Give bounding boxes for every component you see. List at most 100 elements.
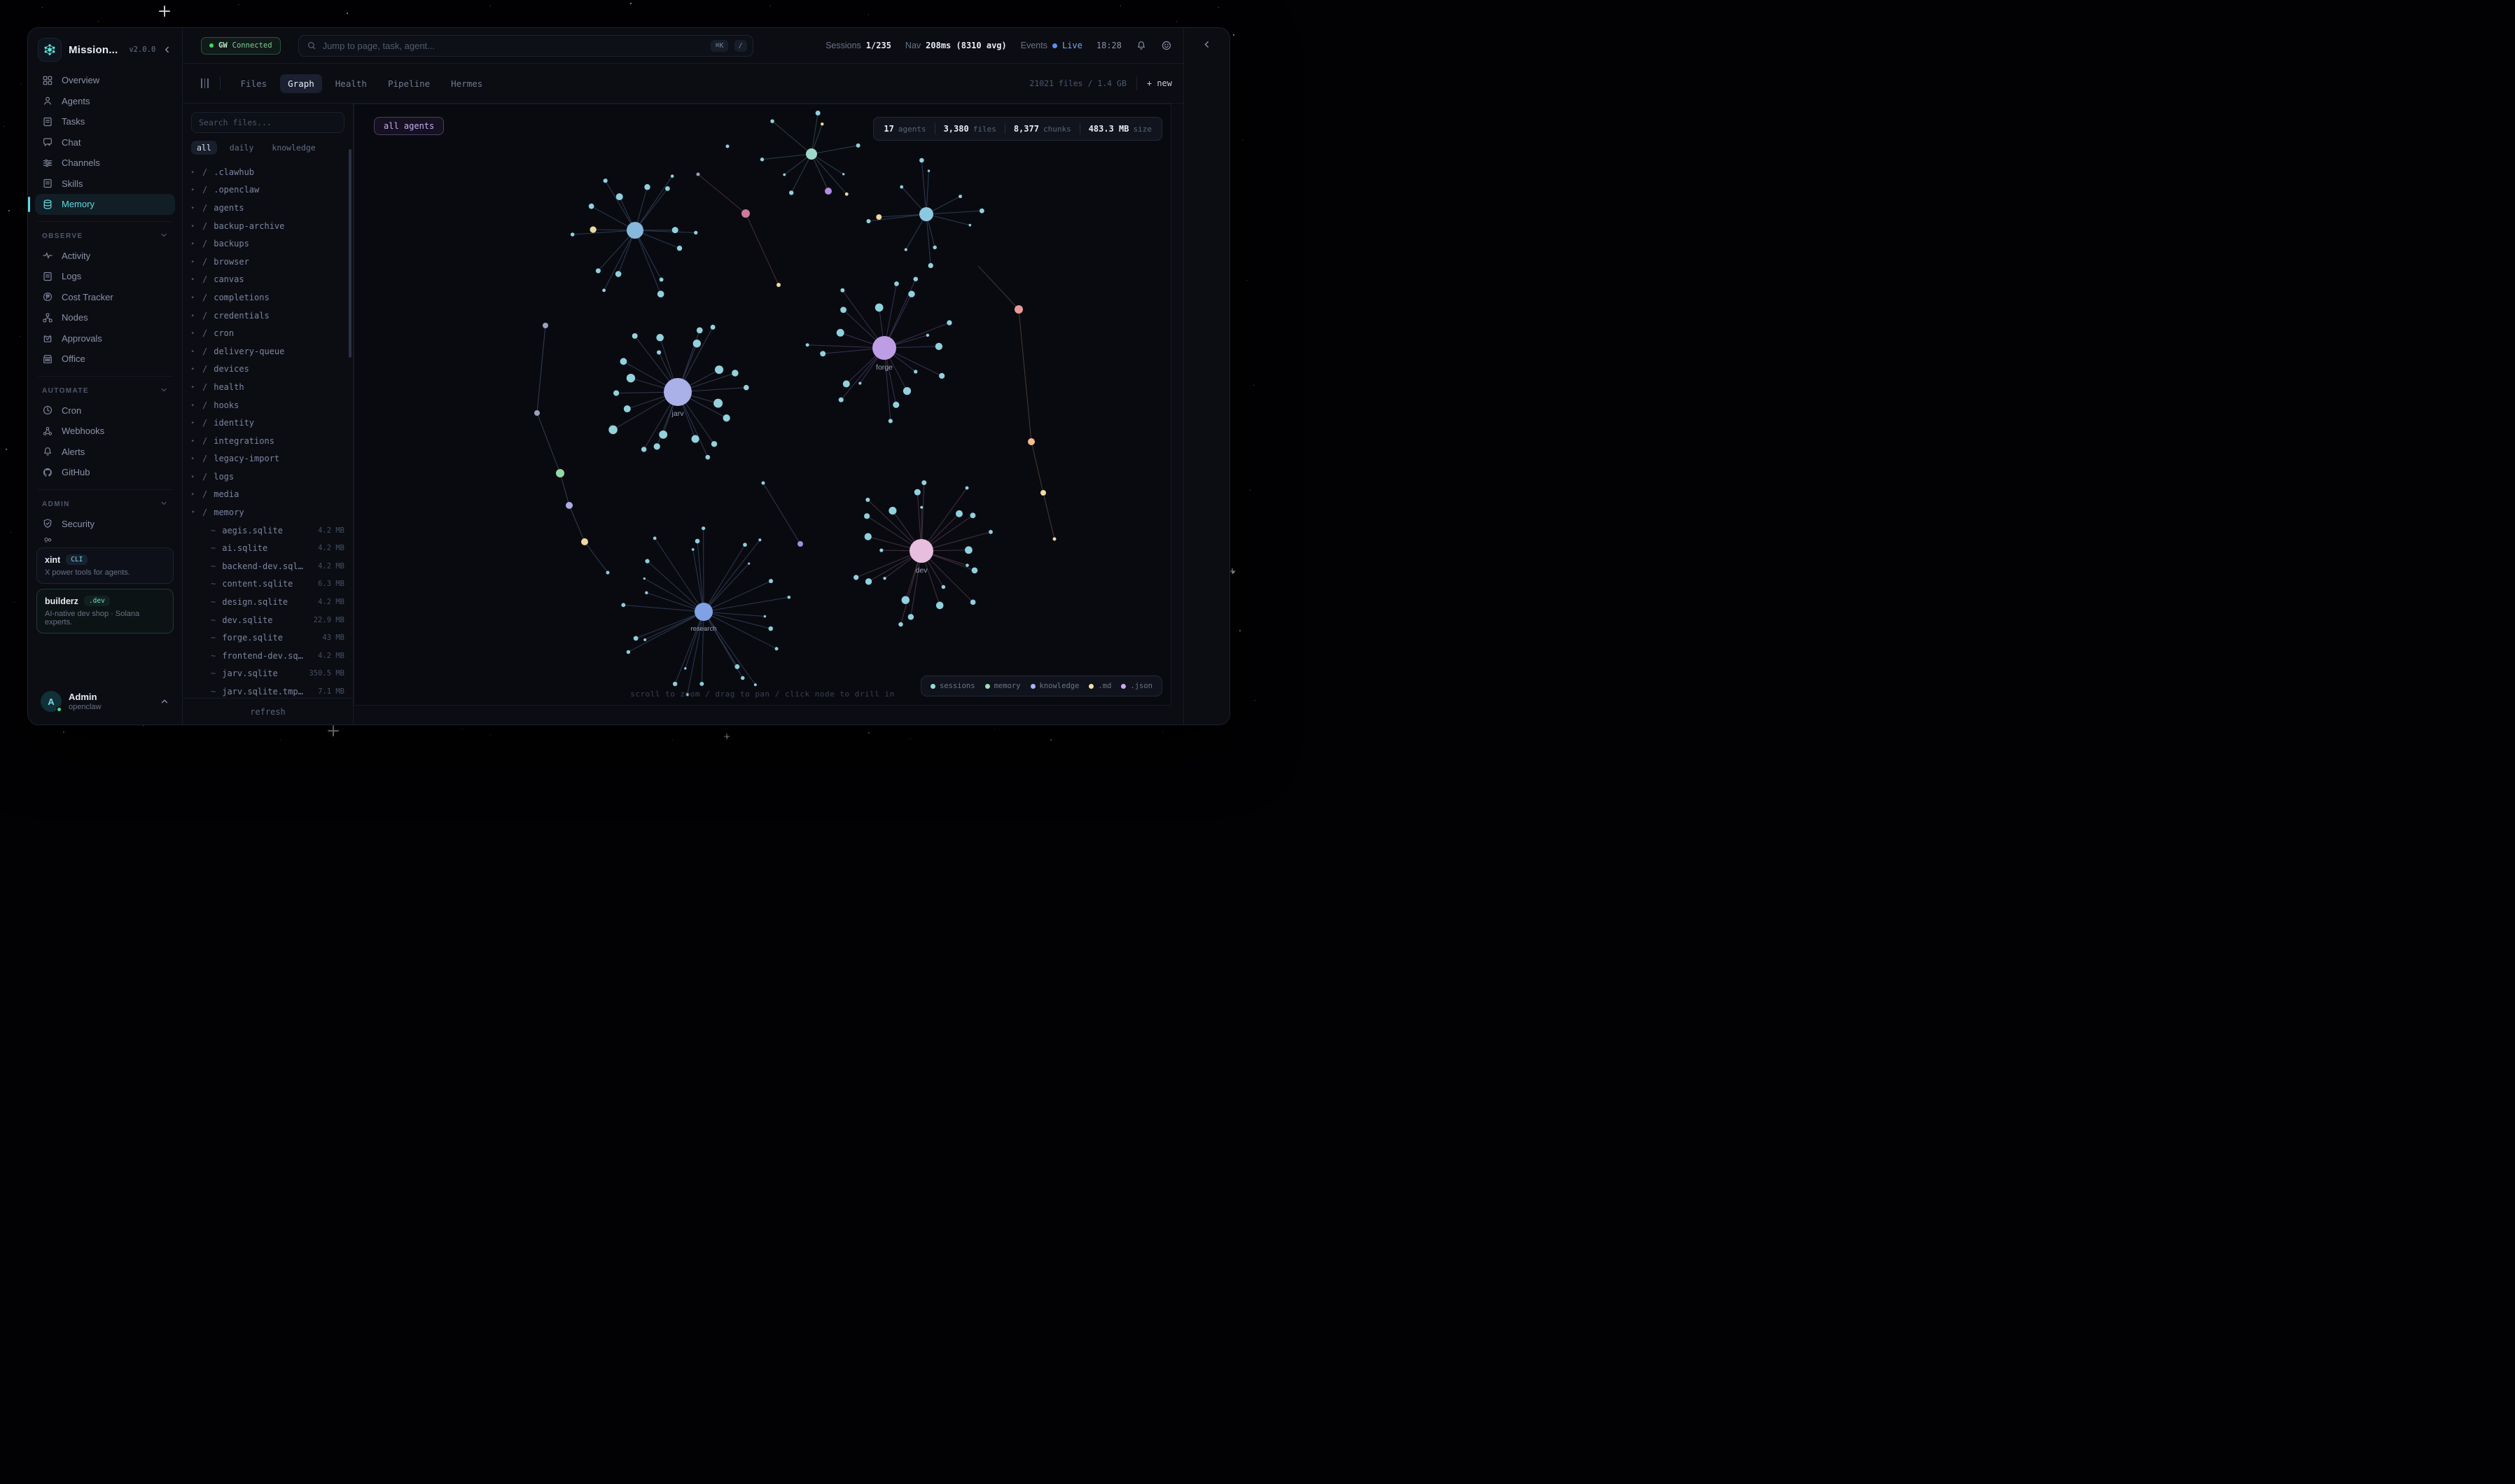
notifications-bell-icon[interactable]: [1136, 40, 1147, 51]
graph-satellite-node[interactable]: [711, 325, 716, 330]
graph-satellite-node[interactable]: [692, 435, 699, 443]
graph-satellite-node[interactable]: [876, 214, 882, 220]
graph-satellite-node[interactable]: [643, 638, 646, 641]
sidebar-item-agents[interactable]: Agents: [35, 91, 175, 112]
file-row-ai-sqlite[interactable]: ~ai.sqlite4.2 MB: [191, 539, 344, 557]
folder-row-cron[interactable]: ▸/cron: [191, 324, 344, 342]
graph-satellite-node[interactable]: [928, 263, 933, 268]
graph-satellite-node[interactable]: [654, 443, 660, 449]
folder-row-legacy-import[interactable]: ▸/legacy-import: [191, 450, 344, 468]
graph-satellite-node[interactable]: [970, 512, 976, 518]
sidebar-item-github[interactable]: GitHub: [35, 462, 175, 483]
graph-satellite-node[interactable]: [758, 538, 761, 541]
graph-satellite-node[interactable]: [695, 539, 700, 544]
file-row-dev-sqlite[interactable]: ~dev.sqlite22.9 MB: [191, 611, 344, 629]
graph-hub-forge[interactable]: [872, 336, 896, 360]
graph-satellite-node[interactable]: [641, 447, 646, 451]
graph-satellite-node[interactable]: [624, 405, 631, 412]
graph-satellite-node[interactable]: [748, 563, 750, 565]
graph-satellite-node[interactable]: [627, 650, 630, 654]
graph-satellite-node[interactable]: [902, 596, 910, 604]
graph-satellite-node[interactable]: [939, 373, 945, 379]
graph-satellite-node[interactable]: [769, 579, 773, 583]
graph-satellite-node[interactable]: [734, 664, 739, 669]
graph-satellite-node[interactable]: [589, 204, 594, 209]
folder-row--openclaw[interactable]: ▸/.openclaw: [191, 181, 344, 200]
graph-node[interactable]: [741, 209, 750, 218]
filter-all[interactable]: all: [191, 141, 217, 155]
graph-satellite-node[interactable]: [928, 169, 930, 172]
graph-satellite-node[interactable]: [760, 158, 764, 161]
tab-pipeline[interactable]: Pipeline: [380, 74, 438, 93]
graph-node[interactable]: [1040, 490, 1046, 496]
refresh-button[interactable]: refresh: [250, 707, 286, 717]
graph-node[interactable]: [726, 145, 730, 148]
graph-satellite-node[interactable]: [657, 350, 661, 354]
file-row-jarv-sqlite[interactable]: ~jarv.sqlite350.5 MB: [191, 665, 344, 683]
graph-satellite-node[interactable]: [596, 268, 601, 273]
tree-scrollbar[interactable]: [349, 149, 351, 358]
folder-row-browser[interactable]: ▸/browser: [191, 253, 344, 271]
graph-satellite-node[interactable]: [900, 186, 903, 189]
graph-satellite-node[interactable]: [659, 430, 667, 439]
graph-satellite-node[interactable]: [816, 111, 821, 115]
graph-node[interactable]: [762, 482, 765, 485]
graph-satellite-node[interactable]: [634, 636, 639, 640]
graph-node[interactable]: [606, 571, 610, 575]
chevron-down-icon[interactable]: [160, 231, 168, 241]
graph-satellite-node[interactable]: [620, 358, 627, 365]
folder-row-health[interactable]: ▸/health: [191, 378, 344, 396]
graph-satellite-node[interactable]: [627, 374, 635, 382]
graph-satellite-node[interactable]: [908, 290, 914, 297]
sidebar-item-logs[interactable]: Logs: [35, 266, 175, 287]
graph-satellite-node[interactable]: [820, 351, 825, 356]
graph-satellite-node[interactable]: [839, 398, 844, 402]
folder-row-credentials[interactable]: ▸/credentials: [191, 307, 344, 325]
graph-satellite-node[interactable]: [865, 578, 872, 584]
graph-satellite-node[interactable]: [966, 486, 969, 490]
graph-satellite-node[interactable]: [657, 290, 664, 298]
search-input[interactable]: [323, 41, 705, 51]
graph-satellite-node[interactable]: [933, 246, 937, 250]
folder-row-memory[interactable]: ▾/memory: [191, 503, 344, 522]
promo-card-xint[interactable]: xintCLIX power tools for agents.: [36, 547, 174, 584]
graph-satellite-node[interactable]: [989, 530, 993, 534]
folder-row-devices[interactable]: ▸/devices: [191, 360, 344, 379]
folder-row-backup-archive[interactable]: ▸/backup-archive: [191, 217, 344, 235]
graph-node[interactable]: [797, 541, 803, 547]
chevron-up-icon[interactable]: [160, 696, 169, 706]
graph-satellite-node[interactable]: [837, 329, 844, 337]
graph-satellite-node[interactable]: [840, 307, 847, 313]
graph-satellite-node[interactable]: [590, 226, 596, 232]
graph-satellite-node[interactable]: [608, 426, 618, 435]
graph-node[interactable]: [825, 188, 832, 195]
graph-satellite-node[interactable]: [754, 683, 757, 686]
graph-node[interactable]: [566, 502, 573, 509]
graph-satellite-node[interactable]: [699, 682, 704, 686]
folder-row-logs[interactable]: ▸/logs: [191, 468, 344, 486]
graph-satellite-node[interactable]: [926, 334, 929, 337]
graph-satellite-node[interactable]: [705, 455, 710, 460]
tab-health[interactable]: Health: [328, 74, 375, 93]
graph-satellite-node[interactable]: [889, 419, 893, 423]
graph-satellite-node[interactable]: [840, 288, 844, 293]
graph-satellite-node[interactable]: [602, 288, 606, 292]
graph-satellite-node[interactable]: [656, 334, 664, 342]
graph-satellite-node[interactable]: [684, 667, 686, 669]
columns-icon[interactable]: [201, 78, 209, 88]
graph-satellite-node[interactable]: [856, 144, 861, 148]
graph-satellite-node[interactable]: [743, 542, 747, 547]
folder-row-delivery-queue[interactable]: ▸/delivery-queue: [191, 342, 344, 360]
sidebar-item-channels[interactable]: Channels: [35, 153, 175, 174]
graph-satellite-node[interactable]: [644, 184, 650, 190]
file-row-design-sqlite[interactable]: ~design.sqlite4.2 MB: [191, 593, 344, 611]
graph-satellite-node[interactable]: [947, 320, 952, 325]
graph-satellite-node[interactable]: [908, 614, 914, 620]
sidebar-item-tasks[interactable]: Tasks: [35, 111, 175, 132]
graph-satellite-node[interactable]: [613, 390, 619, 396]
file-row-forge-sqlite[interactable]: ~forge.sqlite43 MB: [191, 629, 344, 647]
graph-satellite-node[interactable]: [914, 276, 918, 281]
sidebar-item-office[interactable]: Office: [35, 349, 175, 370]
graph-satellite-node[interactable]: [673, 682, 677, 686]
folder-row-completions[interactable]: ▸/completions: [191, 288, 344, 307]
